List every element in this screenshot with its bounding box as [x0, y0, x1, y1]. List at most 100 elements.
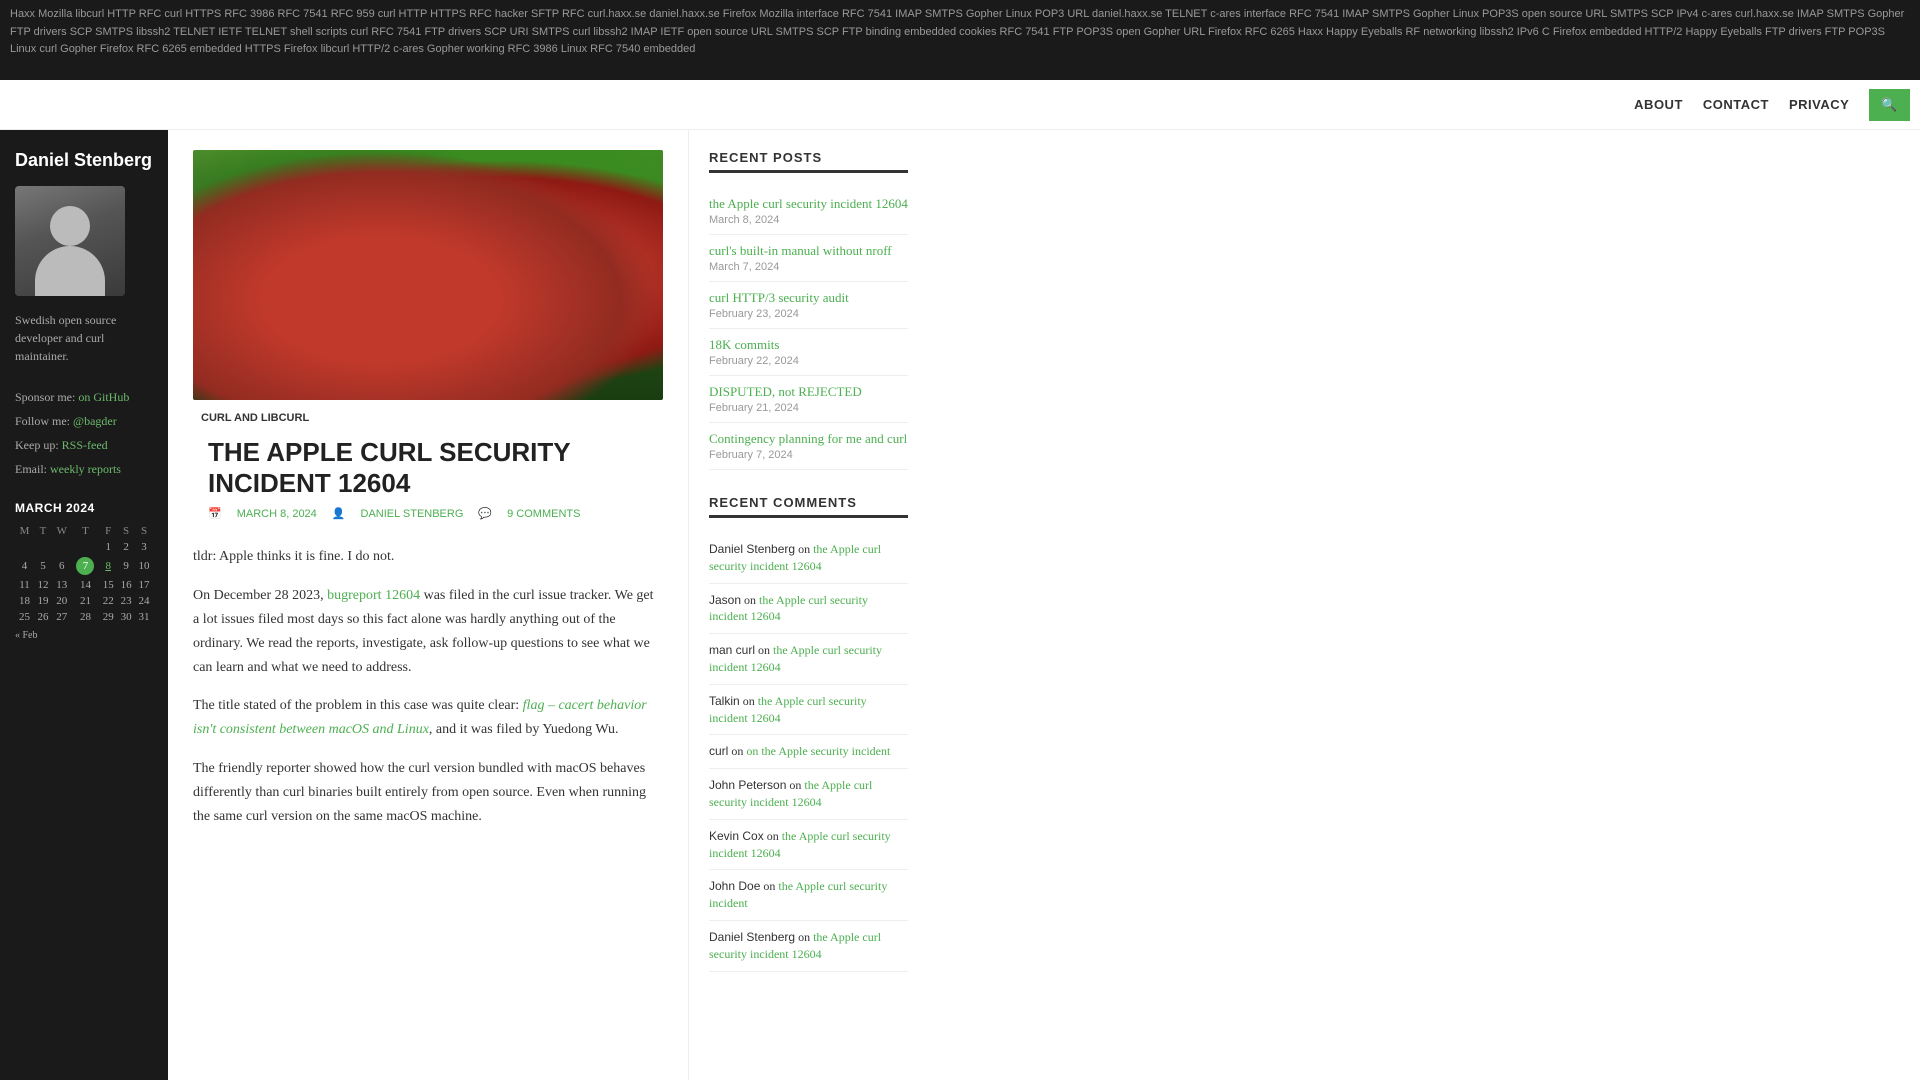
recent-post-link[interactable]: 18K commits — [709, 337, 908, 353]
right-sidebar: RECENT POSTS the Apple curl security inc… — [688, 130, 928, 1080]
cal-header-fri: F — [99, 523, 117, 539]
recent-post-date: February 21, 2024 — [709, 402, 908, 414]
post-author-icon: 👤 — [332, 507, 346, 520]
recent-post-link[interactable]: curl HTTP/3 security audit — [709, 290, 908, 306]
bugreport-link[interactable]: bugreport 12604 — [327, 588, 420, 603]
commenter-name: Daniel Stenberg — [709, 542, 795, 556]
cal-header-tue: T — [34, 523, 52, 539]
calendar-table: M T W T F S S 123 456 — [15, 523, 153, 625]
cal-linked-date[interactable]: 8 — [105, 560, 111, 572]
post-featured-image — [193, 150, 663, 400]
commenter-name: curl — [709, 744, 728, 758]
cal-week-5: 25262728 293031 — [15, 609, 153, 625]
comment-post-link[interactable]: on the Apple security incident — [746, 744, 890, 758]
cal-week-1: 123 — [15, 539, 153, 555]
cal-week-3: 11121314 151617 — [15, 577, 153, 593]
post-category[interactable]: CURL AND LIBCURL — [193, 409, 317, 427]
post-date[interactable]: MARCH 8, 2024 — [237, 508, 317, 520]
recent-posts-list: the Apple curl security incident 12604 M… — [709, 188, 908, 470]
list-item: John Doe on the Apple curl security inci… — [709, 870, 908, 921]
calendar-title: MARCH 2024 — [15, 501, 153, 515]
cal-prev-link[interactable]: « Feb — [15, 630, 153, 641]
cal-week-2: 456 7 8 910 — [15, 555, 153, 577]
recent-posts-title: RECENT POSTS — [709, 150, 908, 173]
recent-comments-title: RECENT COMMENTS — [709, 495, 908, 518]
list-item: Jason on the Apple curl security inciden… — [709, 584, 908, 635]
main-content: CURL AND LIBCURL THE APPLE CURL SECURITY… — [168, 130, 688, 1080]
list-item: Daniel Stenberg on the Apple curl securi… — [709, 533, 908, 584]
sidebar-links: Sponsor me: on GitHub Follow me: @bagder… — [15, 385, 153, 481]
list-item: John Peterson on the Apple curl security… — [709, 769, 908, 820]
post-tldr: tldr: Apple thinks it is fine. I do not. — [193, 545, 663, 569]
recent-comments-list: Daniel Stenberg on the Apple curl securi… — [709, 533, 908, 972]
recent-post-link[interactable]: DISPUTED, not REJECTED — [709, 384, 908, 400]
nav-about[interactable]: ABOUT — [1634, 97, 1683, 112]
page-layout: Daniel Stenberg Swedish open source deve… — [0, 130, 1920, 1080]
recent-post-date: March 8, 2024 — [709, 214, 908, 226]
post-paragraph-2: The title stated of the problem in this … — [193, 694, 663, 742]
commenter-name: John Peterson — [709, 778, 786, 792]
follow-label: Follow me: — [15, 414, 70, 428]
post-body: tldr: Apple thinks it is fine. I do not.… — [193, 530, 663, 858]
post-title: THE APPLE CURL SECURITY INCIDENT 12604 — [208, 437, 648, 499]
recent-post-date: February 23, 2024 — [709, 308, 908, 320]
commenter-name: Talkin — [709, 694, 740, 708]
recent-post-link[interactable]: curl's built-in manual without nroff — [709, 243, 908, 259]
rss-link[interactable]: RSS-feed — [62, 438, 108, 452]
calendar-widget: MARCH 2024 M T W T F S S — [15, 501, 153, 641]
commenter-name: man curl — [709, 643, 755, 657]
cal-today[interactable]: 7 — [76, 557, 94, 575]
email-link[interactable]: weekly reports — [50, 462, 121, 476]
post-image-inner — [193, 150, 663, 400]
post-author[interactable]: DANIEL STENBERG — [361, 508, 464, 520]
site-title: Daniel Stenberg — [15, 150, 153, 171]
recent-post-link[interactable]: the Apple curl security incident 12604 — [709, 196, 908, 212]
top-nav: ABOUT CONTACT PRIVACY 🔍 — [0, 80, 1920, 130]
post-meta: 📅 MARCH 8, 2024 👤 DANIEL STENBERG 💬 9 CO… — [208, 507, 648, 520]
follow-link[interactable]: @bagder — [73, 414, 117, 428]
sponsor-label: Sponsor me: — [15, 390, 75, 404]
commenter-name: Jason — [709, 593, 741, 607]
list-item: Kevin Cox on the Apple curl security inc… — [709, 820, 908, 871]
cal-header-wed: W — [52, 523, 72, 539]
list-item: curl on on the Apple security incident — [709, 735, 908, 769]
commenter-name: Kevin Cox — [709, 829, 764, 843]
commenter-name: John Doe — [709, 879, 760, 893]
sponsor-link[interactable]: on GitHub — [78, 390, 129, 404]
nav-privacy[interactable]: PRIVACY — [1789, 97, 1849, 112]
list-item: curl's built-in manual without nroff Mar… — [709, 235, 908, 282]
cal-header-thu: T — [72, 523, 100, 539]
list-item: the Apple curl security incident 12604 M… — [709, 188, 908, 235]
recent-post-date: February 7, 2024 — [709, 449, 908, 461]
tag-cloud: Haxx Mozilla libcurl HTTP RFC curl HTTPS… — [0, 0, 1920, 80]
nav-contact[interactable]: CONTACT — [1703, 97, 1769, 112]
list-item: Contingency planning for me and curl Feb… — [709, 423, 908, 470]
post-paragraph-3: The friendly reporter showed how the cur… — [193, 757, 663, 828]
recent-post-date: March 7, 2024 — [709, 261, 908, 273]
sidebar-description: Swedish open source developer and curl m… — [15, 311, 153, 365]
post-title-area: THE APPLE CURL SECURITY INCIDENT 12604 📅… — [193, 427, 663, 530]
list-item: DISPUTED, not REJECTED February 21, 2024 — [709, 376, 908, 423]
recent-post-link[interactable]: Contingency planning for me and curl — [709, 431, 908, 447]
post-paragraph-1: On December 28 2023, bugreport 12604 was… — [193, 584, 663, 679]
recent-post-date: February 22, 2024 — [709, 355, 908, 367]
list-item: Daniel Stenberg on the Apple curl securi… — [709, 921, 908, 972]
cal-header-sun: S — [135, 523, 153, 539]
list-item: 18K commits February 22, 2024 — [709, 329, 908, 376]
list-item: curl HTTP/3 security audit February 23, … — [709, 282, 908, 329]
post-date-icon: 📅 — [208, 507, 222, 520]
post-comment-icon: 💬 — [478, 507, 492, 520]
recent-posts-widget: RECENT POSTS the Apple curl security inc… — [709, 150, 908, 470]
cal-header-mon: M — [15, 523, 34, 539]
left-sidebar: Daniel Stenberg Swedish open source deve… — [0, 130, 168, 1080]
post-comments-link[interactable]: 9 COMMENTS — [507, 508, 580, 520]
list-item: Talkin on the Apple curl security incide… — [709, 685, 908, 736]
avatar — [15, 186, 125, 296]
cal-header-sat: S — [117, 523, 135, 539]
recent-comments-widget: RECENT COMMENTS Daniel Stenberg on the A… — [709, 495, 908, 972]
search-button[interactable]: 🔍 — [1869, 89, 1910, 121]
email-label: Email: — [15, 462, 47, 476]
cal-week-4: 18192021 222324 — [15, 593, 153, 609]
list-item: man curl on the Apple curl security inci… — [709, 634, 908, 685]
commenter-name: Daniel Stenberg — [709, 930, 795, 944]
